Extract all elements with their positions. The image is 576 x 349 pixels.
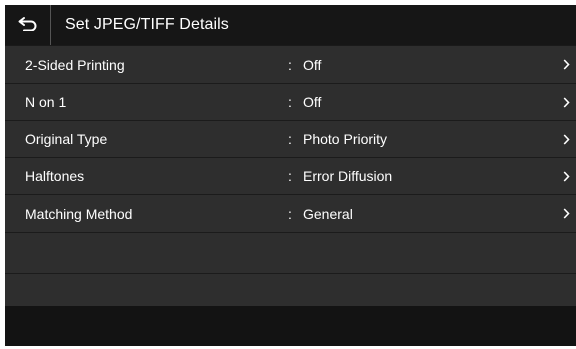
setting-separator: : [288, 131, 292, 147]
setting-value: Off [303, 94, 322, 110]
return-arrow-icon [18, 15, 38, 36]
chevron-right-icon [561, 96, 571, 108]
setting-label: Original Type [25, 131, 108, 147]
footer-bar [5, 306, 576, 346]
setting-row-n-on-1[interactable]: N on 1 : Off [5, 84, 576, 121]
setting-separator: : [288, 56, 292, 73]
setting-value: General [303, 205, 353, 222]
setting-row-matching-method[interactable]: Matching Method : General [5, 195, 576, 233]
chevron-right-icon [561, 133, 571, 145]
setting-separator: : [288, 168, 292, 184]
page-title: Set JPEG/TIFF Details [65, 16, 229, 33]
setting-row-halftones[interactable]: Halftones : Error Diffusion [5, 158, 576, 195]
setting-value: Error Diffusion [303, 168, 393, 184]
chevron-right-icon [561, 170, 571, 182]
setting-row-2-sided-printing[interactable]: 2-Sided Printing : Off [5, 46, 576, 84]
empty-list-area [5, 233, 576, 274]
printer-settings-screen: Set JPEG/TIFF Details 2-Sided Printing :… [5, 5, 576, 346]
back-button[interactable] [5, 5, 51, 45]
setting-separator: : [288, 94, 292, 110]
setting-value: Off [303, 56, 322, 73]
header-bar: Set JPEG/TIFF Details [5, 5, 576, 46]
setting-label: 2-Sided Printing [25, 56, 125, 73]
setting-value: Photo Priority [303, 131, 388, 147]
setting-row-original-type[interactable]: Original Type : Photo Priority [5, 121, 576, 158]
setting-label: N on 1 [25, 94, 67, 110]
setting-label: Halftones [25, 168, 85, 184]
settings-list: 2-Sided Printing : Off N on 1 : Off Orig… [5, 46, 576, 274]
setting-separator: : [288, 205, 292, 222]
setting-label: Matching Method [25, 205, 133, 222]
chevron-right-icon [561, 208, 571, 219]
chevron-right-icon [561, 59, 571, 70]
